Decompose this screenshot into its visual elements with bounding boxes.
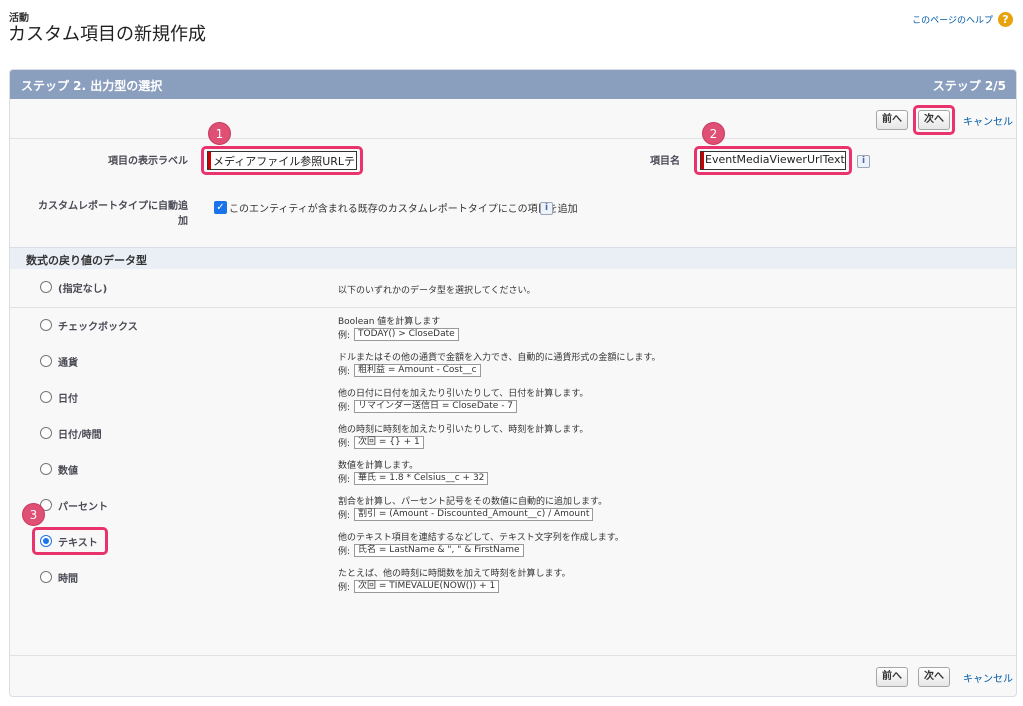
help-icon[interactable]: ? (998, 12, 1013, 27)
example-formula: 氏名 = LastName & ", " & FirstName (354, 544, 524, 557)
option-label[interactable]: パーセント (58, 498, 108, 513)
step-count: ステップ 2/5 (932, 79, 1006, 93)
option-description: 他のテキスト項目を連結するなどして、テキスト文字列を作成します。 (338, 533, 624, 543)
cancel-link-bottom[interactable]: キャンセル (963, 670, 1013, 685)
option-radio[interactable] (40, 391, 52, 403)
auto-add-label: カスタムレポートタイプに自動追加 (38, 201, 188, 227)
panel-header: ステップ 2. 出力型の選択 ステップ 2/5 (10, 70, 1016, 99)
option-example: 例: 華氏 = 1.8 * Celsius__c + 32 (338, 472, 489, 485)
annotation-badge-1: 1 (208, 122, 231, 145)
wizard-panel: ステップ 2. 出力型の選択 ステップ 2/5 前へ 次へ キャンセル 項目の表… (9, 69, 1017, 697)
field-name-label: 項目名 (650, 156, 680, 167)
highlight-name-input (694, 146, 852, 175)
example-formula: 粗利益 = Amount - Cost__c (354, 364, 481, 377)
step-title: ステップ 2. 出力型の選択 (21, 79, 163, 93)
option-example: 例: TODAY() > CloseDate (338, 328, 459, 341)
help-area: このページのヘルプ ? (912, 12, 1013, 27)
example-prefix: 例: (338, 367, 351, 377)
field-label-label: 項目の表示ラベル (108, 156, 188, 167)
option-description: Boolean 値を計算します (338, 317, 441, 327)
example-formula: 華氏 = 1.8 * Celsius__c + 32 (354, 472, 489, 485)
option-description: たとえば、他の時刻に時間数を加えて時刻を計算します。 (338, 569, 571, 579)
option-example: 例: 粗利益 = Amount - Cost__c (338, 364, 481, 377)
highlight-label-input (201, 146, 363, 175)
option-label[interactable]: (指定なし) (58, 280, 107, 295)
example-prefix: 例: (338, 583, 351, 593)
divider (10, 307, 1016, 308)
option-label[interactable]: チェックボックス (58, 318, 138, 333)
option-label[interactable]: 通貨 (58, 354, 78, 369)
option-label[interactable]: 数値 (58, 462, 78, 477)
page-title: カスタム項目の新規作成 (8, 24, 206, 45)
auto-add-text: このエンティティが含まれる既存のカスタムレポートタイプにこの項目を追加 (229, 204, 578, 215)
info-icon[interactable]: i (857, 155, 870, 168)
cancel-link-top[interactable]: キャンセル (963, 113, 1013, 128)
option-label[interactable]: 日付/時間 (58, 426, 102, 441)
auto-add-checkbox[interactable]: ✓ (214, 201, 227, 214)
example-prefix: 例: (338, 547, 351, 557)
example-formula: 割引 = (Amount - Discounted_Amount__c) / A… (354, 508, 594, 521)
option-radio[interactable] (40, 427, 52, 439)
example-formula: 次回 = {} + 1 (354, 436, 424, 449)
divider (10, 655, 1016, 656)
help-link[interactable]: このページのヘルプ (912, 13, 993, 26)
highlight-selected-option (32, 527, 108, 555)
next-button-bottom[interactable]: 次へ (918, 667, 950, 687)
option-radio[interactable] (40, 355, 52, 367)
example-prefix: 例: (338, 511, 351, 521)
option-label[interactable]: 日付 (58, 390, 78, 405)
option-description: 数値を計算します。 (338, 461, 419, 471)
option-description: 他の日付に日付を加えたり引いたりして、日付を計算します。 (338, 389, 589, 399)
section-title: 数式の戻り値のデータ型 (26, 254, 147, 267)
example-prefix: 例: (338, 403, 351, 413)
example-formula: リマインダー送信日 = CloseDate - 7 (354, 400, 518, 413)
option-description: 他の時刻に時刻を加えたり引いたりして、時刻を計算します。 (338, 425, 589, 435)
option-radio[interactable] (40, 281, 52, 293)
option-radio[interactable] (40, 571, 52, 583)
option-example: 例: 氏名 = LastName & ", " & FirstName (338, 544, 524, 557)
option-label[interactable]: 時間 (58, 570, 78, 585)
annotation-badge-2: 2 (702, 122, 725, 145)
example-prefix: 例: (338, 439, 351, 449)
info-icon[interactable]: i (540, 202, 553, 215)
example-formula: TODAY() > CloseDate (354, 328, 459, 341)
option-description: 以下のいずれかのデータ型を選択してください。 (338, 286, 536, 296)
option-radio[interactable] (40, 319, 52, 331)
option-example: 例: 次回 = {} + 1 (338, 436, 424, 449)
example-formula: 次回 = TIMEVALUE(NOW()) + 1 (354, 580, 500, 593)
prev-button-bottom[interactable]: 前へ (876, 667, 908, 687)
divider (10, 138, 1016, 139)
highlight-next-button (913, 105, 955, 135)
option-example: 例: 次回 = TIMEVALUE(NOW()) + 1 (338, 580, 500, 593)
option-radio[interactable] (40, 463, 52, 475)
option-description: 割合を計算し、パーセント記号をその数値に自動的に追加します。 (338, 497, 608, 507)
section-header: 数式の戻り値のデータ型 (10, 247, 1016, 269)
option-example: 例: 割引 = (Amount - Discounted_Amount__c) /… (338, 508, 594, 521)
option-description: ドルまたはその他の通貨で金額を入力でき、自動的に通貨形式の金額にします。 (338, 353, 661, 363)
annotation-badge-3: 3 (22, 503, 45, 526)
example-prefix: 例: (338, 331, 351, 341)
example-prefix: 例: (338, 475, 351, 485)
option-example: 例: リマインダー送信日 = CloseDate - 7 (338, 400, 518, 413)
prev-button-top[interactable]: 前へ (876, 110, 908, 130)
